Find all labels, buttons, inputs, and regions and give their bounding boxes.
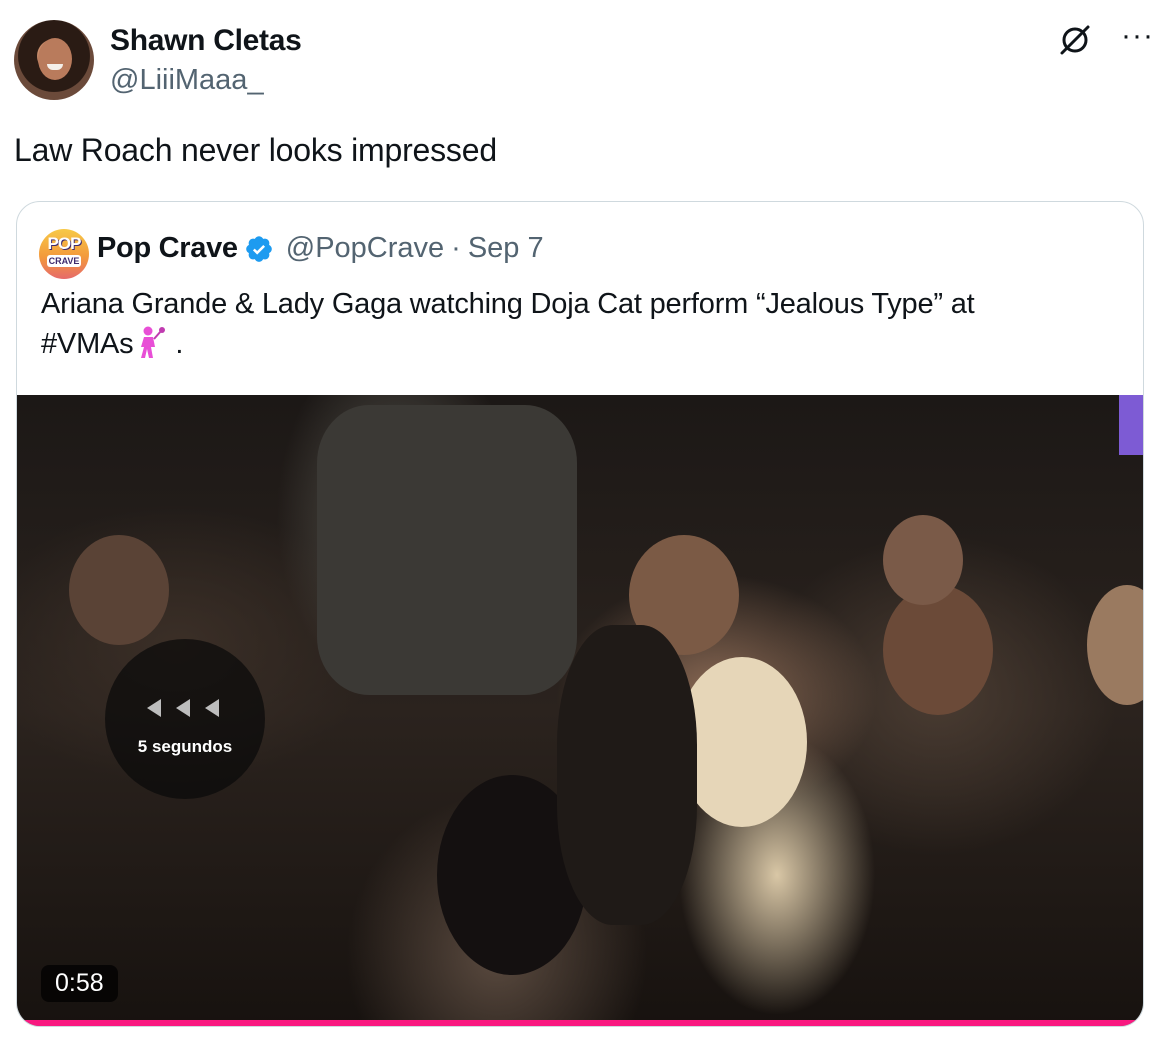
rewind-icon	[147, 699, 219, 717]
grok-icon[interactable]	[1057, 22, 1093, 58]
more-options-icon[interactable]: ···	[1121, 21, 1154, 51]
video-progress-track[interactable]	[17, 1020, 1143, 1026]
quoted-hashtag[interactable]: #VMAs	[41, 328, 134, 360]
quoted-post-header: Pop Crave @PopCrave · Sep 7	[97, 232, 544, 265]
crowd-head-left	[69, 535, 169, 645]
post-text: Law Roach never looks impressed	[14, 132, 497, 168]
video-progress-fill	[17, 1020, 1143, 1026]
quoted-text-line1: Ariana Grande & Lady Gaga watching Doja …	[41, 288, 975, 320]
crowd-head-sunglasses	[883, 585, 993, 715]
quoted-post-text: Ariana Grande & Lady Gaga watching Doja …	[41, 284, 1101, 364]
crowd-head-right	[1087, 585, 1143, 705]
crowd-head-glasses	[883, 515, 963, 605]
quoted-author-avatar[interactable]: POP CRAVE	[39, 229, 89, 279]
quoted-text-suffix: .	[167, 328, 184, 360]
separator-dot: ·	[451, 232, 461, 264]
video-duration: 0:58	[41, 965, 118, 1002]
quoted-post-date[interactable]: Sep 7	[468, 232, 544, 265]
crowd-body-dark	[557, 625, 697, 925]
avatar-logo-pop: POP	[47, 234, 82, 253]
singer-icon	[141, 326, 166, 358]
tweet: Shawn Cletas @LiiiMaaa_ ··· Law Roach ne…	[0, 0, 1172, 1058]
avatar-logo-crave: CRAVE	[47, 255, 81, 267]
author-handle[interactable]: @LiiiMaaa_	[110, 64, 264, 97]
video-player[interactable]: 5 segundos 0:58	[17, 395, 1143, 1026]
seek-back-button[interactable]: 5 segundos	[105, 639, 265, 799]
post-actions: ···	[1057, 21, 1154, 58]
camera-rig	[317, 405, 577, 695]
author-avatar[interactable]	[14, 20, 94, 100]
seek-label: 5 segundos	[137, 737, 233, 756]
verified-badge-icon	[245, 235, 272, 262]
author-name[interactable]: Shawn Cletas	[110, 24, 302, 58]
quoted-author-name[interactable]: Pop Crave	[97, 232, 238, 265]
stage-light	[1119, 395, 1143, 455]
quoted-post[interactable]: POP CRAVE Pop Crave @PopCrave · Sep 7 Ar…	[16, 201, 1144, 1027]
avatar-face	[38, 38, 72, 80]
quoted-author-handle[interactable]: @PopCrave	[286, 232, 444, 265]
